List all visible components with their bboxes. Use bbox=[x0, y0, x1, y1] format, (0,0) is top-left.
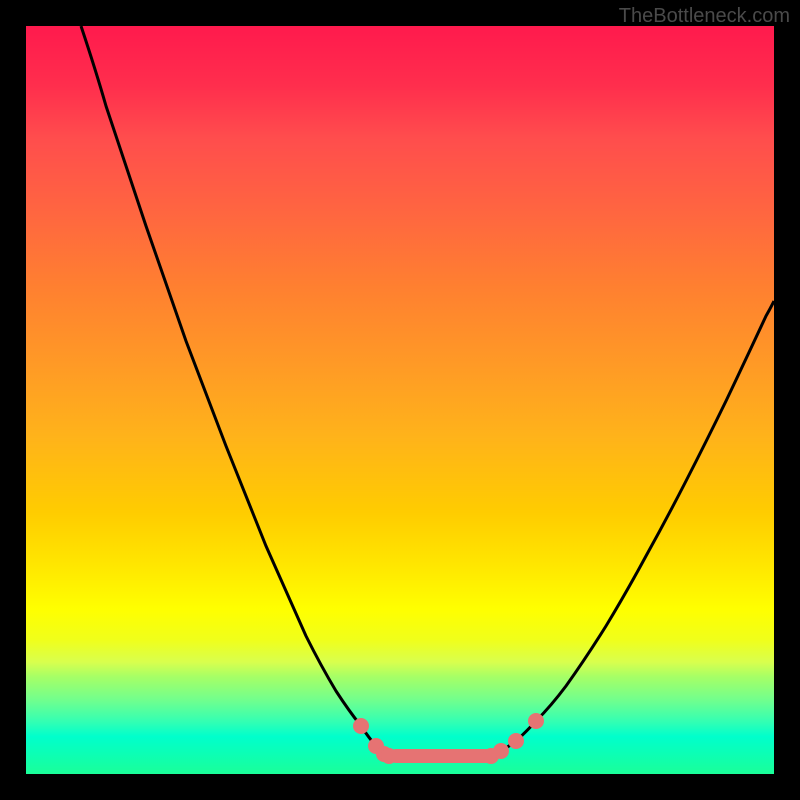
left-curve bbox=[81, 26, 389, 756]
right-dot bbox=[493, 743, 509, 759]
right-curve bbox=[491, 301, 774, 756]
left-dot bbox=[353, 718, 369, 734]
right-dot bbox=[528, 713, 544, 729]
watermark: TheBottleneck.com bbox=[619, 5, 790, 28]
right-dot bbox=[508, 733, 524, 749]
chart-container: TheBottleneck.com bbox=[0, 0, 800, 800]
left-dot bbox=[381, 748, 397, 764]
chart-curves bbox=[26, 26, 774, 774]
